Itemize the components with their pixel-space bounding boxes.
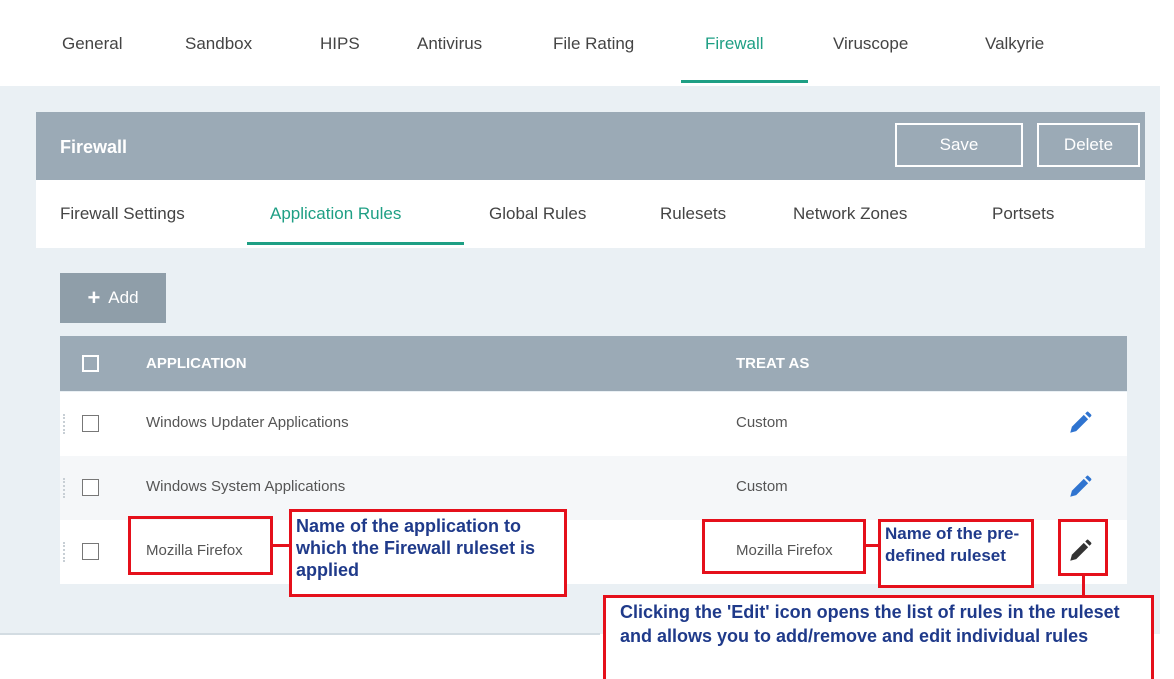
tab-valkyrie[interactable]: Valkyrie xyxy=(985,34,1044,54)
row-treat-as: Custom xyxy=(736,414,788,431)
drag-handle-icon[interactable] xyxy=(63,542,67,562)
tab-network-zones[interactable]: Network Zones xyxy=(793,204,907,224)
row-treat-as: Custom xyxy=(736,478,788,495)
annotation-box-edit xyxy=(1058,519,1108,576)
annotation-connector xyxy=(271,544,290,547)
top-tab-bar: General Sandbox HIPS Antivirus File Rati… xyxy=(0,0,1160,86)
active-subtab-indicator xyxy=(247,242,464,245)
tab-application-rules[interactable]: Application Rules xyxy=(270,204,401,224)
tab-hips[interactable]: HIPS xyxy=(320,34,360,54)
drag-handle-icon[interactable] xyxy=(63,478,67,498)
select-all-checkbox[interactable] xyxy=(82,355,99,372)
panel-title: Firewall xyxy=(60,137,128,157)
table-row: Windows Updater Applications Custom xyxy=(60,392,1127,456)
annotation-application-note: Name of the application to which the Fir… xyxy=(289,509,567,597)
tab-rulesets[interactable]: Rulesets xyxy=(660,204,726,224)
panel-background-left xyxy=(0,86,36,634)
save-button[interactable]: Save xyxy=(895,123,1023,167)
tab-sandbox[interactable]: Sandbox xyxy=(185,34,252,54)
tab-viruscope[interactable]: Viruscope xyxy=(833,34,908,54)
row-checkbox[interactable] xyxy=(82,543,99,560)
column-header-treat-as[interactable]: TREAT AS xyxy=(736,355,809,372)
tab-firewall-settings[interactable]: Firewall Settings xyxy=(60,204,185,224)
sub-tab-bar: Firewall Settings Application Rules Glob… xyxy=(36,180,1145,248)
drag-handle-icon[interactable] xyxy=(63,414,67,434)
delete-button[interactable]: Delete xyxy=(1037,123,1140,167)
edit-pencil-icon[interactable] xyxy=(1067,410,1093,436)
column-header-application[interactable]: APPLICATION xyxy=(146,355,247,372)
edit-pencil-icon[interactable] xyxy=(1067,474,1093,500)
panel-divider xyxy=(0,633,600,635)
table-header: APPLICATION TREAT AS xyxy=(60,336,1127,391)
tab-general[interactable]: General xyxy=(62,34,122,54)
annotation-connector xyxy=(1082,574,1085,596)
table-row: Windows System Applications Custom xyxy=(60,456,1127,520)
plus-icon: + xyxy=(87,285,101,310)
add-button[interactable]: + Add xyxy=(60,273,166,323)
row-application: Windows System Applications xyxy=(146,478,346,495)
firewall-header: Firewall Save Delete xyxy=(36,112,1145,180)
tab-file-rating[interactable]: File Rating xyxy=(553,34,634,54)
add-button-label: Add xyxy=(108,288,139,307)
active-tab-indicator xyxy=(681,80,808,83)
row-checkbox[interactable] xyxy=(82,479,99,496)
row-checkbox[interactable] xyxy=(82,415,99,432)
tab-portsets[interactable]: Portsets xyxy=(992,204,1054,224)
tab-global-rules[interactable]: Global Rules xyxy=(489,204,586,224)
row-application: Windows Updater Applications xyxy=(146,414,349,431)
annotation-box-application xyxy=(128,516,273,575)
annotation-box-ruleset xyxy=(702,519,866,574)
tab-antivirus[interactable]: Antivirus xyxy=(417,34,482,54)
tab-firewall[interactable]: Firewall xyxy=(705,34,764,54)
annotation-edit-note: Clicking the 'Edit' icon opens the list … xyxy=(603,595,1154,679)
annotation-ruleset-note: Name of the pre-defined ruleset xyxy=(878,519,1034,588)
